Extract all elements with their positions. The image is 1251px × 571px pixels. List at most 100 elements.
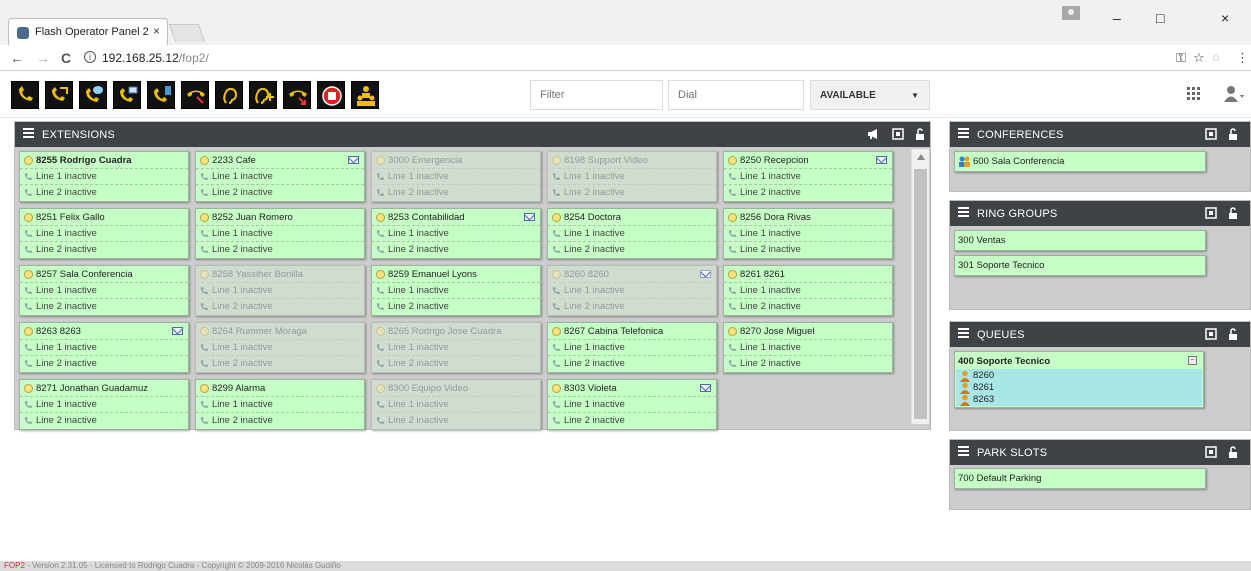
- dial-button[interactable]: [11, 81, 39, 109]
- lock-icon[interactable]: [1227, 446, 1239, 458]
- extension-tile[interactable]: 8263 8263 Line 1 inactive Line 2 inactive: [19, 322, 189, 373]
- lock-icon[interactable]: [1227, 207, 1239, 219]
- lock-icon[interactable]: [1227, 328, 1239, 340]
- extension-tile[interactable]: 8271 Jonathan Guadamuz Line 1 inactive Lin…: [19, 379, 189, 430]
- extension-line-row[interactable]: Line 1 inactive: [20, 169, 188, 185]
- extension-tile[interactable]: 8261 8261 Line 1 inactive Line 2 inactive: [723, 265, 893, 316]
- extension-tile[interactable]: 8270 Jose Miguel Line 1 inactive Line 2 in…: [723, 322, 893, 373]
- filter-input[interactable]: [530, 80, 663, 110]
- extension-line-row[interactable]: Line 1 inactive: [196, 340, 364, 356]
- minimize-button[interactable]: –: [1113, 10, 1121, 26]
- extension-line-row[interactable]: Line 2 inactive: [372, 299, 540, 315]
- extension-line-row[interactable]: Line 1 inactive: [20, 226, 188, 242]
- transfer-button[interactable]: [45, 81, 73, 109]
- extension-line-row[interactable]: Line 1 inactive: [548, 340, 716, 356]
- close-window-button[interactable]: ×: [1221, 10, 1229, 26]
- extension-tile[interactable]: 8303 Violeta Line 1 inactive Line 2 inacti…: [547, 379, 717, 430]
- voicemail-icon[interactable]: [348, 156, 359, 164]
- extension-tile[interactable]: 8265 Rodrigo Jose Cuadra Line 1 inactive L…: [371, 322, 541, 373]
- tab-close-icon[interactable]: ×: [153, 24, 160, 38]
- info-icon[interactable]: i: [84, 51, 96, 63]
- maximize-panel-icon[interactable]: [892, 128, 904, 140]
- extension-line-row[interactable]: Line 1 inactive: [20, 283, 188, 299]
- extension-line-row[interactable]: Line 2 inactive: [372, 413, 540, 429]
- chat-transfer-button[interactable]: [79, 81, 107, 109]
- star-icon[interactable]: ☆: [1193, 50, 1205, 66]
- extension-tile[interactable]: 8251 Felix Gallo Line 1 inactive Line 2 in…: [19, 208, 189, 259]
- extension-tile[interactable]: 3000 Emergencia Line 1 inactive Line 2 ina…: [371, 151, 541, 202]
- extension-tile[interactable]: 8299 Alarma Line 1 inactive Line 2 inactiv…: [195, 379, 365, 430]
- browser-tab[interactable]: Flash Operator Panel 2 ×: [8, 18, 168, 45]
- extension-line-row[interactable]: Line 2 inactive: [548, 299, 716, 315]
- maximize-button[interactable]: □: [1156, 10, 1164, 26]
- extension-tile[interactable]: 8258 Yassiher Bonilla Line 1 inactive Line…: [195, 265, 365, 316]
- maximize-panel-icon[interactable]: [1205, 446, 1217, 458]
- forward-arrow-icon[interactable]: →: [36, 50, 50, 66]
- extension-line-row[interactable]: Line 2 inactive: [20, 299, 188, 315]
- extension-line-row[interactable]: Line 2 inactive: [724, 185, 892, 201]
- extension-line-row[interactable]: Line 2 inactive: [548, 413, 716, 429]
- voicemail-transfer-button[interactable]: [113, 81, 141, 109]
- extension-tile[interactable]: 8250 Recepcion Line 1 inactive Line 2 inac…: [723, 151, 893, 202]
- listen-button[interactable]: [215, 81, 243, 109]
- queue-member[interactable]: 8263: [959, 394, 994, 406]
- dial-input[interactable]: [668, 80, 804, 110]
- extension-line-row[interactable]: Line 1 inactive: [724, 226, 892, 242]
- park-slot-item[interactable]: 700 Default Parking: [954, 468, 1206, 489]
- hamburger-icon[interactable]: [958, 446, 969, 456]
- extension-line-row[interactable]: Line 1 inactive: [196, 226, 364, 242]
- scrollbar-thumb[interactable]: [914, 169, 927, 419]
- mobile-transfer-button[interactable]: [147, 81, 175, 109]
- extension-line-row[interactable]: Line 2 inactive: [20, 356, 188, 372]
- extension-line-row[interactable]: Line 2 inactive: [724, 242, 892, 258]
- ring-group-item[interactable]: 300 Ventas: [954, 230, 1206, 251]
- extension-line-row[interactable]: Line 2 inactive: [196, 413, 364, 429]
- extension-line-row[interactable]: Line 1 inactive: [196, 169, 364, 185]
- extension-tile[interactable]: 8257 Sala Conferencia Line 1 inactive Line…: [19, 265, 189, 316]
- extension-line-row[interactable]: Line 2 inactive: [724, 299, 892, 315]
- conference-room[interactable]: 600 Sala Conferencia: [954, 151, 1206, 172]
- extension-icon[interactable]: ○: [1212, 50, 1220, 65]
- voicemail-icon[interactable]: [876, 156, 887, 164]
- extension-line-row[interactable]: Line 1 inactive: [20, 397, 188, 413]
- extension-line-row[interactable]: Line 1 inactive: [372, 283, 540, 299]
- extension-line-row[interactable]: Line 1 inactive: [548, 169, 716, 185]
- queue-item[interactable]: 400 Soporte Tecnico − 8260 8261 8263: [954, 351, 1204, 408]
- key-icon[interactable]: ⚿: [1176, 50, 1186, 66]
- user-menu-icon[interactable]: [1224, 85, 1244, 103]
- extension-tile[interactable]: 8300 Equipo Video Line 1 inactive Line 2 i…: [371, 379, 541, 430]
- voicemail-icon[interactable]: [700, 270, 711, 278]
- extension-line-row[interactable]: Line 1 inactive: [372, 169, 540, 185]
- ring-group-item[interactable]: 301 Soporte Tecnico: [954, 255, 1206, 276]
- extension-line-row[interactable]: Line 1 inactive: [548, 283, 716, 299]
- back-arrow-icon[interactable]: ←: [10, 50, 24, 66]
- extension-line-row[interactable]: Line 2 inactive: [372, 242, 540, 258]
- conference-button[interactable]: [351, 81, 379, 109]
- queue-member[interactable]: 8260: [959, 370, 994, 382]
- extension-line-row[interactable]: Line 1 inactive: [20, 340, 188, 356]
- extensions-scrollbar[interactable]: [911, 149, 929, 424]
- menu-dots-icon[interactable]: ⋮: [1236, 50, 1249, 66]
- lock-icon[interactable]: [914, 128, 926, 140]
- extension-line-row[interactable]: Line 2 inactive: [20, 413, 188, 429]
- record-button[interactable]: [317, 81, 345, 109]
- extension-line-row[interactable]: Line 1 inactive: [372, 340, 540, 356]
- megaphone-icon[interactable]: [867, 128, 879, 140]
- maximize-panel-icon[interactable]: [1205, 128, 1217, 140]
- voicemail-icon[interactable]: [524, 213, 535, 221]
- extension-line-row[interactable]: Line 2 inactive: [196, 299, 364, 315]
- scroll-up-arrow-icon[interactable]: [917, 154, 925, 160]
- extension-line-row[interactable]: Line 1 inactive: [548, 226, 716, 242]
- profile-icon[interactable]: [1062, 6, 1080, 20]
- extension-tile[interactable]: 8260 8260 Line 1 inactive Line 2 inactive: [547, 265, 717, 316]
- extension-line-row[interactable]: Line 2 inactive: [20, 242, 188, 258]
- voicemail-icon[interactable]: [172, 327, 183, 335]
- new-tab-button[interactable]: [168, 24, 206, 42]
- extension-tile[interactable]: 8198 Support Video Line 1 inactive Line 2 …: [547, 151, 717, 202]
- hangup-button[interactable]: [181, 81, 209, 109]
- extension-tile[interactable]: 8253 Contabilidad Line 1 inactive Line 2 i…: [371, 208, 541, 259]
- extension-tile[interactable]: 8252 Juan Romero Line 1 inactive Line 2 in…: [195, 208, 365, 259]
- extension-line-row[interactable]: Line 1 inactive: [724, 169, 892, 185]
- maximize-panel-icon[interactable]: [1205, 207, 1217, 219]
- extension-tile[interactable]: 8256 Dora Rivas Line 1 inactive Line 2 ina…: [723, 208, 893, 259]
